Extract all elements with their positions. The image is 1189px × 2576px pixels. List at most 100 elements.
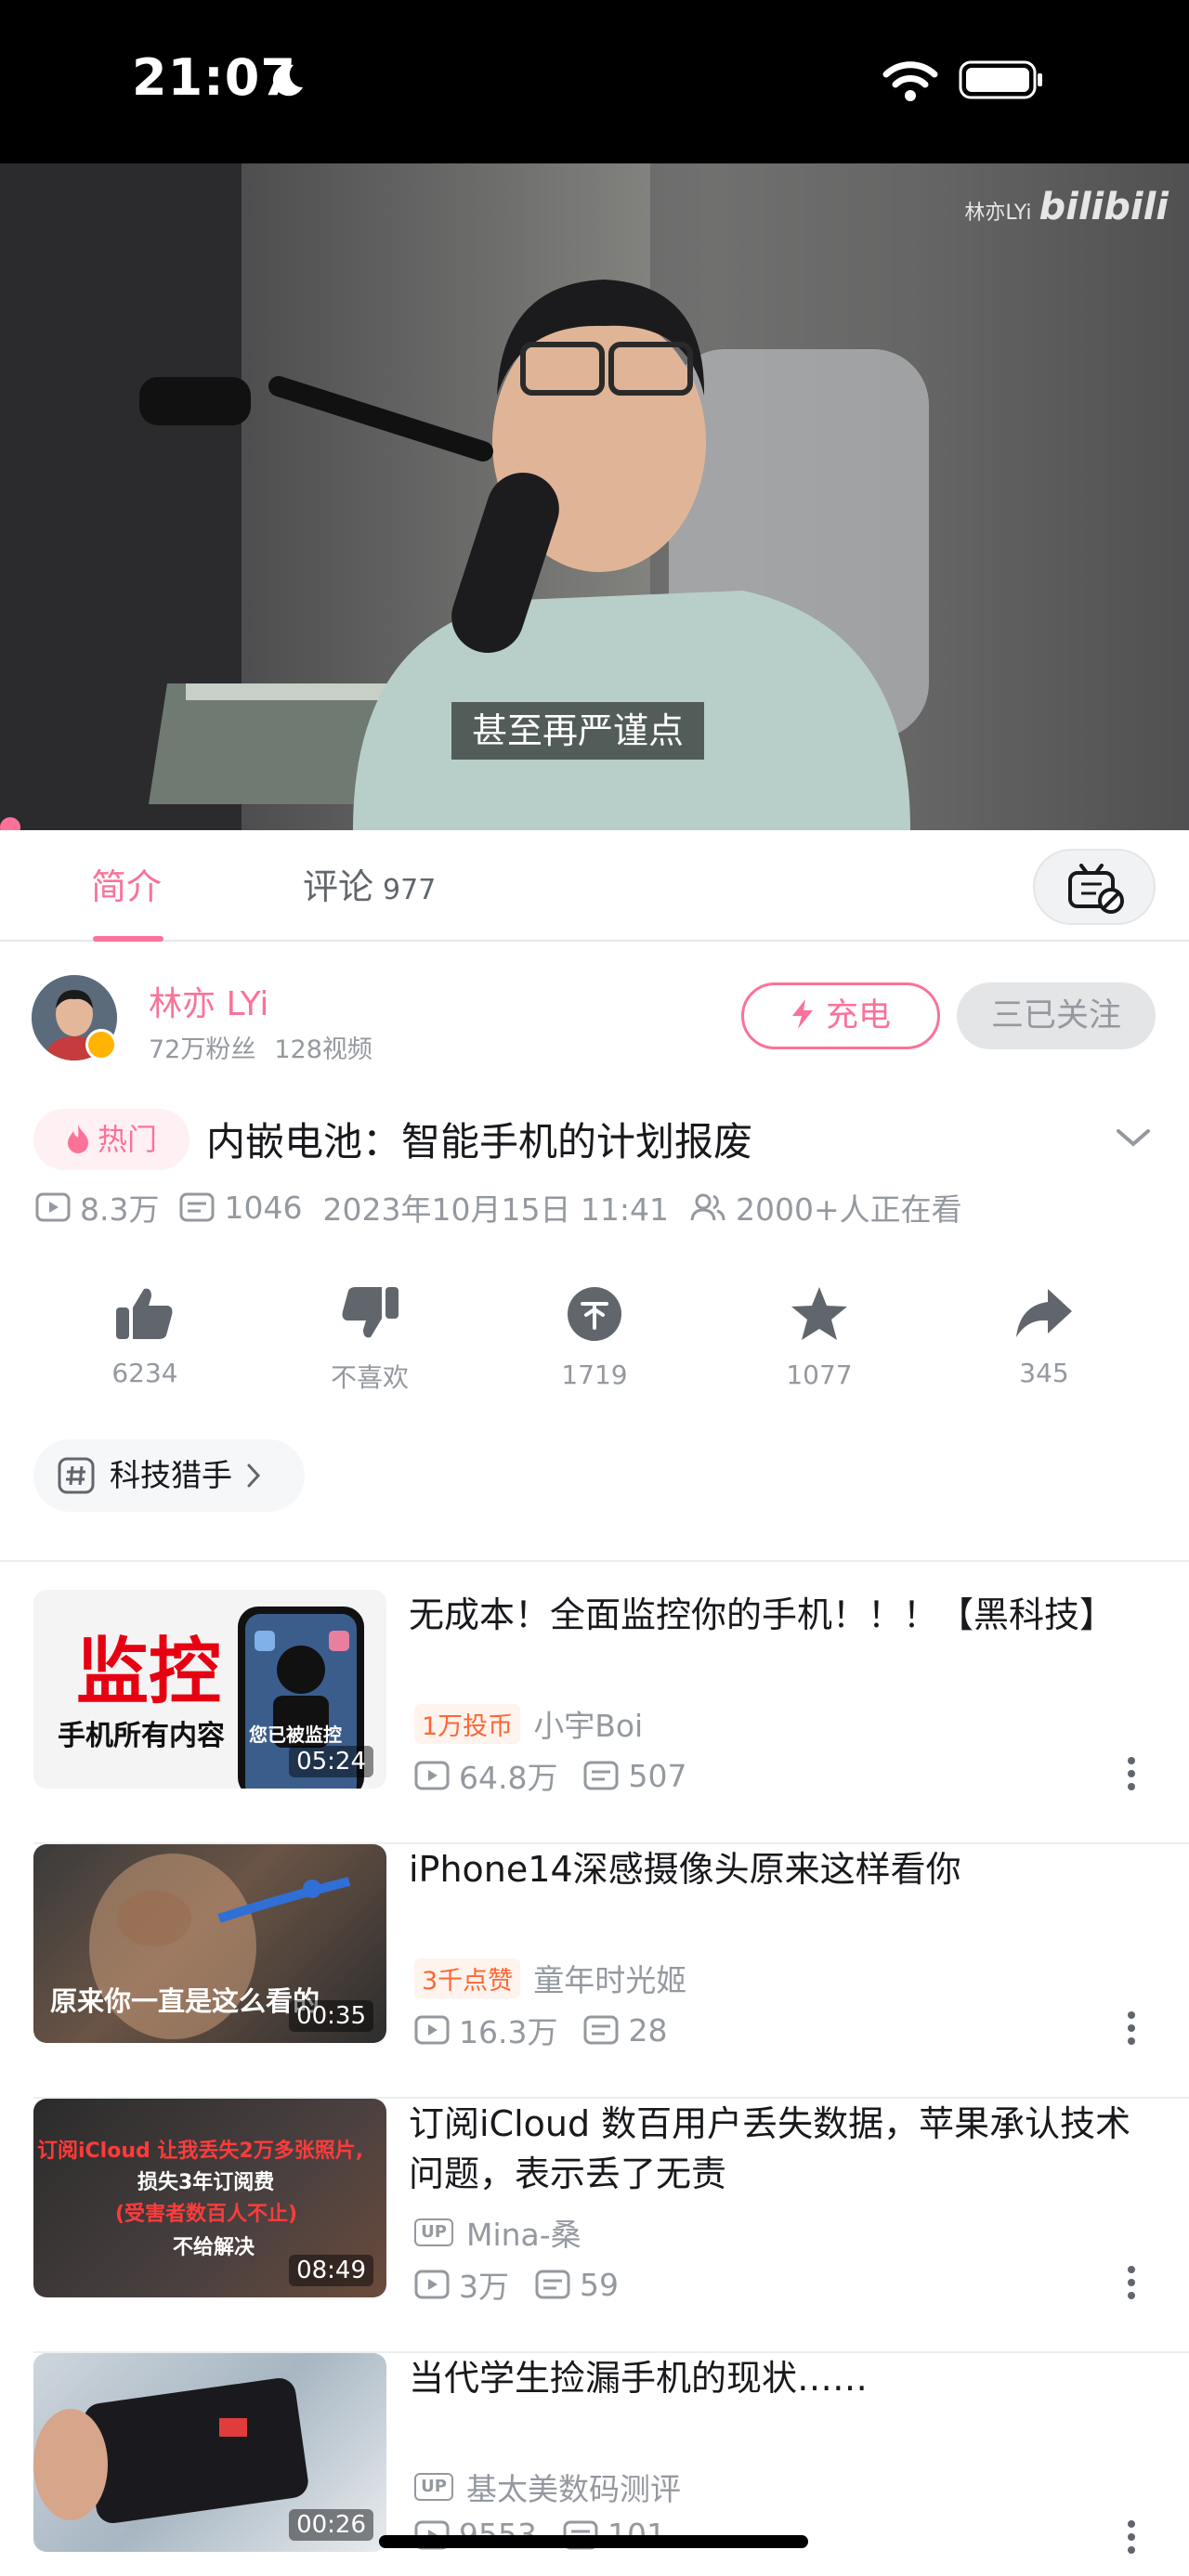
thumbnail-text: 不给解决 xyxy=(173,2236,255,2259)
charge-label: 充电 xyxy=(825,997,891,1034)
related-video-title[interactable]: 无成本！全面监控你的手机！！！【黑科技】 xyxy=(409,1590,1152,1640)
chevron-down-icon[interactable] xyxy=(1113,1124,1154,1151)
danmaku-off-icon xyxy=(1068,864,1124,914)
up-tag: UP xyxy=(414,2473,453,2501)
related-video-item[interactable]: 原来你一直是这么看的 00:35 iPhone14深感摄像头原来这样看你 3千点… xyxy=(0,1844,1189,2099)
battery-icon xyxy=(959,60,1042,99)
thumbnail-text: 订阅iCloud 让我丢失2万多张照片, xyxy=(37,2140,364,2163)
related-video-author-row: 3千点赞 童年时光姬 xyxy=(414,1956,686,2000)
more-options-icon[interactable] xyxy=(1122,2264,1141,2301)
related-video-author-row: UP 基太美数码测评 xyxy=(414,2465,681,2509)
view-count: 3万 xyxy=(459,2269,509,2305)
tab-comments[interactable]: 评论 977 xyxy=(303,858,436,909)
tab-bar: 简介 评论 977 xyxy=(0,830,1189,942)
video-subtitle: 甚至再严谨点 xyxy=(451,702,705,760)
tab-comments-label: 评论 xyxy=(303,866,374,907)
topic-chip[interactable]: 科技猎手 xyxy=(33,1439,305,1512)
publish-date: 2023年10月15日 11:41 xyxy=(322,1191,670,1228)
hashtag-icon xyxy=(58,1457,95,1494)
danmaku-count: 28 xyxy=(628,2011,668,2049)
like-button[interactable]: 6234 xyxy=(71,1285,219,1388)
moon-icon xyxy=(272,64,303,97)
uploader-stats: 72万粉丝 128视频 xyxy=(149,1029,372,1065)
dislike-button[interactable]: 不喜欢 xyxy=(295,1285,444,1395)
danmaku-icon xyxy=(583,2015,619,2045)
related-video-stats: 16.3万 28 xyxy=(414,2008,667,2052)
danmaku-toggle-button[interactable] xyxy=(1033,849,1156,925)
danmaku-count: 507 xyxy=(628,1757,687,1794)
uploader-video-count: 128视频 xyxy=(274,1035,372,1064)
video-thumbnail[interactable]: 00:26 xyxy=(33,2353,386,2552)
uploader-fans: 72万粉丝 xyxy=(149,1035,256,1064)
people-icon xyxy=(690,1193,725,1221)
thumbnail-text: 监控 xyxy=(76,1631,222,1714)
author-name[interactable]: 基太美数码测评 xyxy=(466,2465,681,2509)
wifi-icon xyxy=(882,61,938,101)
video-thumbnail[interactable]: 原来你一直是这么看的 00:35 xyxy=(33,1844,386,2043)
view-count: 16.3万 xyxy=(459,2014,558,2050)
thumbnail-text: 损失3年订阅费 xyxy=(137,2171,275,2194)
video-meta: 8.3万 1046 2023年10月15日 11:41 2000+人正在看 xyxy=(35,1185,983,1229)
related-video-author-row: UP Mina-桑 xyxy=(414,2210,581,2255)
thumbnail-text: 手机所有内容 xyxy=(58,1720,225,1752)
share-button[interactable]: 345 xyxy=(970,1285,1118,1388)
tab-indicator xyxy=(93,936,163,942)
thumbs-up-icon xyxy=(116,1288,173,1339)
share-count: 345 xyxy=(1019,1358,1069,1388)
charge-button[interactable]: 充电 xyxy=(741,982,940,1049)
thumbs-down-icon xyxy=(342,1287,399,1338)
hot-tag-label: 热门 xyxy=(97,1122,157,1157)
more-options-icon[interactable] xyxy=(1122,2010,1141,2047)
video-player[interactable]: 林亦LYi bilibili 甚至再严谨点 xyxy=(0,163,1189,830)
star-icon xyxy=(791,1287,847,1340)
related-video-author-row: 1万投币 小宇Boi xyxy=(414,1701,643,1746)
follow-button[interactable]: 三已关注 xyxy=(957,982,1156,1049)
thumbnail-overlay-text: 您已被监控 xyxy=(249,1724,342,1746)
dislike-label: 不喜欢 xyxy=(330,1362,409,1393)
author-name[interactable]: 童年时光姬 xyxy=(533,1956,686,2000)
more-options-icon[interactable] xyxy=(1122,1755,1141,1792)
watermark-brand: bilibili xyxy=(1039,186,1169,228)
play-count-icon xyxy=(414,2015,450,2045)
play-count-icon xyxy=(35,1192,71,1222)
tab-intro[interactable]: 简介 xyxy=(91,858,162,909)
section-divider xyxy=(0,1560,1189,1562)
topic-label: 科技猎手 xyxy=(110,1457,232,1493)
danmaku-count-value: 1046 xyxy=(224,1189,303,1226)
danmaku-icon xyxy=(583,1761,619,1790)
coin-count: 1719 xyxy=(561,1360,628,1390)
related-video-item[interactable]: 监控 手机所有内容 您已被监控 05:24 无成本！全面监控你的手机！！！【黑科… xyxy=(0,1590,1189,1844)
video-duration: 00:35 xyxy=(289,2000,373,2032)
watermark-user: 林亦LYi xyxy=(964,202,1032,225)
coin-badge: 1万投币 xyxy=(414,1703,521,1744)
video-thumbnail[interactable]: 订阅iCloud 让我丢失2万多张照片, 损失3年订阅费 (受害者数百人不止) … xyxy=(33,2099,386,2297)
related-video-stats: 3万 59 xyxy=(414,2262,619,2307)
more-options-icon[interactable] xyxy=(1122,2518,1141,2556)
coin-icon xyxy=(568,1287,621,1341)
charge-badge-icon xyxy=(85,1029,117,1060)
home-indicator[interactable] xyxy=(379,2535,808,2548)
video-title: 内嵌电池：智能手机的计划报废 xyxy=(206,1119,753,1164)
play-count-icon xyxy=(414,2270,450,2299)
favorite-button[interactable]: 1077 xyxy=(745,1285,894,1390)
author-name[interactable]: 小宇Boi xyxy=(533,1701,643,1746)
like-badge: 3千点赞 xyxy=(414,1958,521,1998)
video-thumbnail[interactable]: 监控 手机所有内容 您已被监控 05:24 xyxy=(33,1590,386,1789)
lightning-icon xyxy=(791,999,813,1029)
coin-button[interactable]: 1719 xyxy=(520,1285,669,1390)
video-duration: 00:26 xyxy=(289,2509,373,2541)
author-name[interactable]: Mina-桑 xyxy=(466,2210,581,2255)
view-count: 64.8万 xyxy=(459,1760,558,1796)
related-video-title[interactable]: 订阅iCloud 数百用户丢失数据，苹果承认技术问题，表示丢了无责 xyxy=(409,2099,1152,2199)
related-video-title[interactable]: iPhone14深感摄像头原来这样看你 xyxy=(409,1844,1152,1894)
related-video-stats: 64.8万 507 xyxy=(414,1753,686,1798)
thumbnail-text: (受害者数百人不止) xyxy=(115,2203,298,2226)
uploader-name[interactable]: 林亦 LYi xyxy=(149,977,268,1025)
related-video-item[interactable]: 订阅iCloud 让我丢失2万多张照片, 损失3年订阅费 (受害者数百人不止) … xyxy=(0,2099,1189,2353)
watching-count-value: 2000+人正在看 xyxy=(736,1191,962,1228)
watching-count: 2000+人正在看 xyxy=(689,1185,962,1229)
play-count-icon xyxy=(414,1761,450,1790)
comments-count: 977 xyxy=(383,874,437,906)
related-video-title[interactable]: 当代学生捡漏手机的现状…… xyxy=(409,2353,1152,2403)
video-duration: 08:49 xyxy=(289,2255,373,2286)
